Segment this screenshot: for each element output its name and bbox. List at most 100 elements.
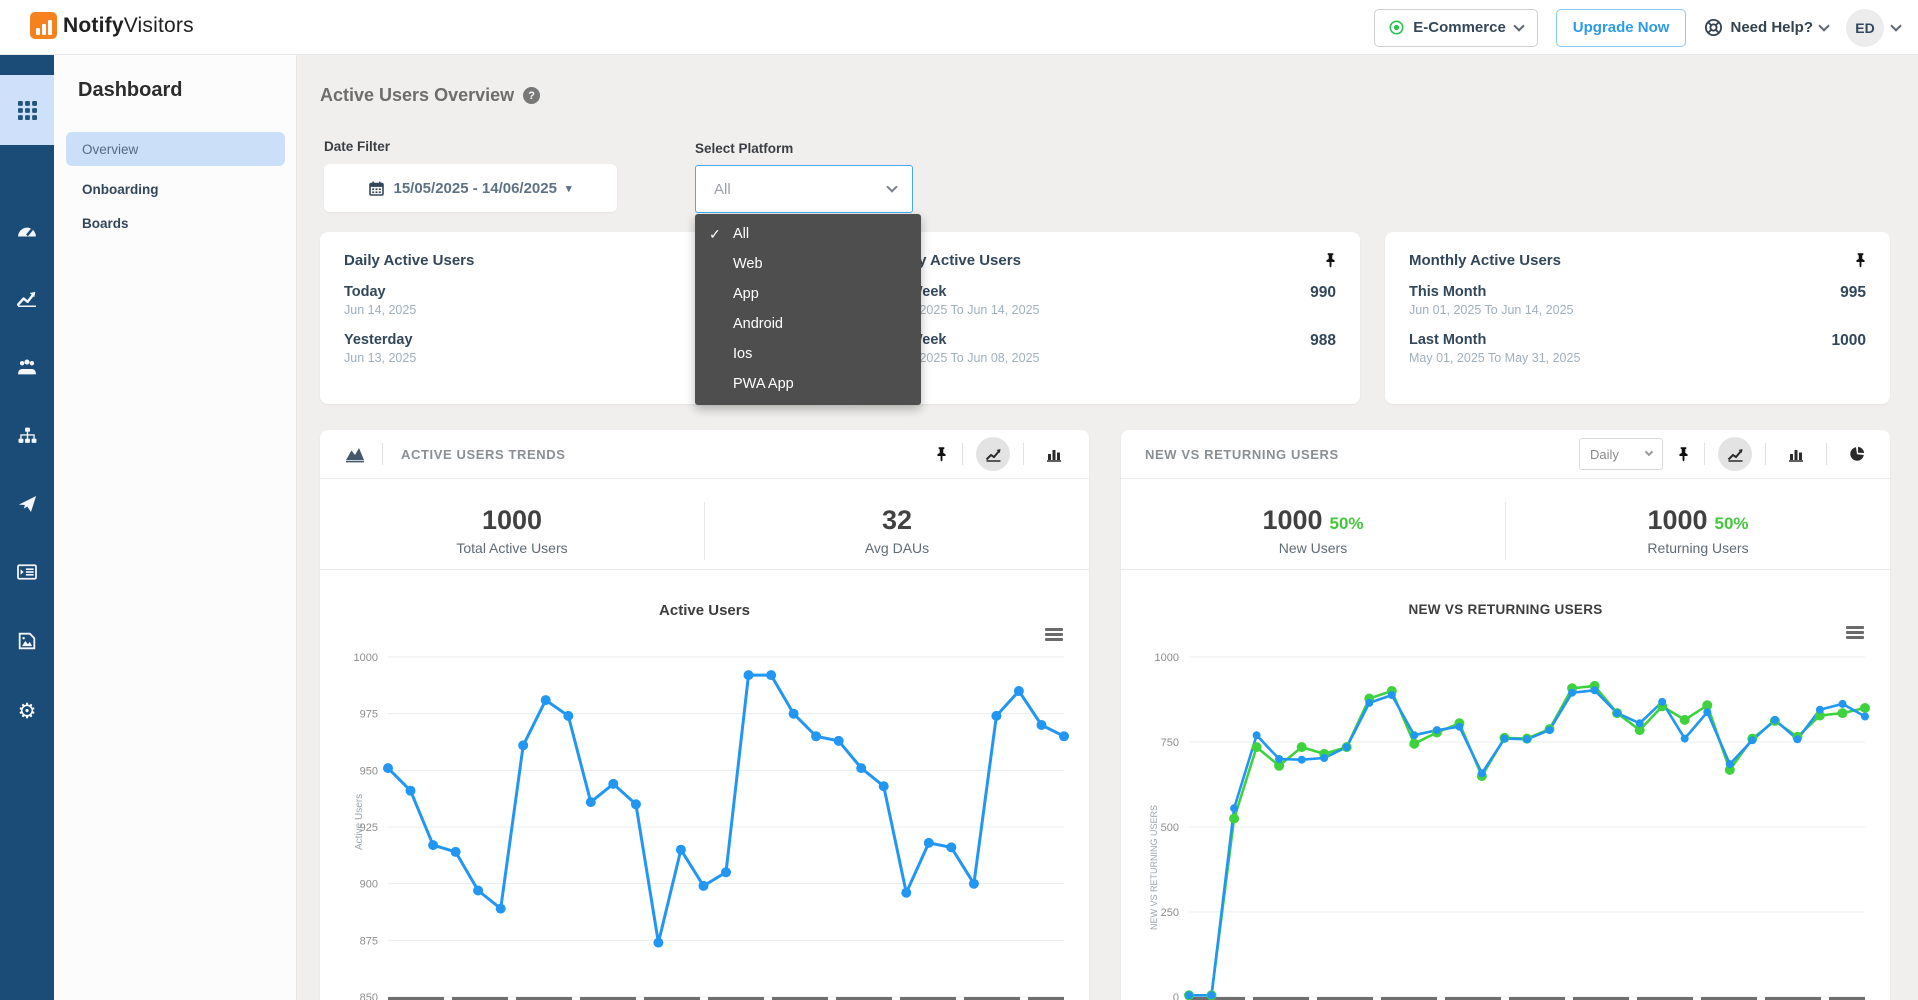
need-help-menu[interactable]: Need Help?	[1704, 18, 1830, 37]
line-chart-icon	[17, 291, 36, 307]
rail-item-pages[interactable]	[0, 613, 54, 669]
page-title-row: Active Users Overview ?	[320, 85, 541, 106]
speedometer-icon	[18, 227, 36, 237]
platform-option-web[interactable]: Web	[695, 249, 921, 279]
chevron-down-icon	[1513, 19, 1525, 32]
platform-option-pwa[interactable]: PWA App	[695, 369, 921, 399]
brand-logo: NotifyVisitors	[30, 12, 194, 39]
topbar: NotifyVisitors E-Commerce Upgrade Now Ne…	[0, 0, 1918, 55]
platform-select-value: All	[714, 180, 731, 198]
stat-returning-users: 1000 50% Returning Users	[1647, 505, 1749, 556]
panel-stats: 1000 50% New Users 1000 50% Returning User…	[1121, 492, 1890, 570]
sidebar-item-boards[interactable]: Boards	[66, 206, 285, 240]
rail-item-dashboard[interactable]	[0, 203, 54, 259]
brand-name-bold: Notify	[63, 13, 124, 37]
period-select-value: Daily	[1590, 446, 1619, 462]
card-title: Monthly Active Users	[1409, 252, 1561, 269]
chart-menu-icon[interactable]	[1846, 626, 1864, 641]
card-title: Weekly Active Users	[875, 252, 1021, 269]
line-chart-toggle[interactable]	[976, 437, 1010, 471]
chart-menu-icon[interactable]	[1045, 628, 1063, 643]
svg-text:950: 950	[360, 765, 378, 777]
new-vs-returning-panel: NEW VS RETURNING USERS Daily 1000 50% Ne…	[1121, 430, 1890, 1000]
rail-item-apps[interactable]	[0, 75, 54, 145]
project-selector[interactable]: E-Commerce	[1374, 8, 1538, 47]
panel-header: NEW VS RETURNING USERS Daily	[1121, 430, 1890, 479]
rail-item-flows[interactable]	[0, 407, 54, 463]
paper-plane-icon	[18, 495, 36, 513]
apps-grid-icon	[17, 100, 37, 120]
svg-text:0: 0	[1173, 992, 1179, 1000]
divider	[962, 443, 963, 465]
date-range-value: 15/05/2025 - 14/06/2025	[393, 179, 557, 197]
gear-icon: ⚙	[17, 699, 37, 723]
svg-text:975: 975	[360, 709, 378, 721]
platform-dropdown-menu: ✓ All Web App Android Ios PWA App	[695, 214, 921, 405]
rail-item-audience[interactable]	[0, 339, 54, 395]
pin-icon[interactable]	[1853, 252, 1868, 268]
list-panel-icon	[17, 564, 37, 580]
pin-icon[interactable]	[1323, 252, 1338, 268]
bar-chart-toggle[interactable]	[1037, 437, 1071, 471]
avatar: ED	[1846, 8, 1884, 47]
calendar-icon	[369, 181, 385, 196]
stat-new-users: 1000 50% New Users	[1262, 505, 1364, 556]
stat-avg-daus: 32 Avg DAUs	[864, 505, 930, 556]
rail-item-settings[interactable]: ⚙	[0, 683, 54, 739]
svg-text:875: 875	[360, 935, 378, 947]
rail-item-campaigns[interactable]	[0, 476, 54, 532]
sidebar-title: Dashboard	[78, 79, 183, 101]
need-help-label: Need Help?	[1730, 19, 1813, 36]
percent-badge: 50%	[1329, 514, 1364, 533]
bar-chart-icon	[1047, 449, 1061, 462]
svg-text:1000: 1000	[354, 652, 378, 664]
svg-text:900: 900	[360, 879, 378, 891]
pin-icon[interactable]	[934, 446, 949, 462]
rail-item-journeys[interactable]	[0, 544, 54, 600]
card-row: This Month Jun 01, 2025 To Jun 14, 2025 99…	[1409, 284, 1866, 317]
rail-item-analytics[interactable]	[0, 270, 54, 326]
card-row: Last Month May 01, 2025 To May 31, 2025 10…	[1409, 332, 1866, 365]
stat-total-active-users: 1000 Total Active Users	[456, 505, 568, 556]
account-menu[interactable]: ED	[1846, 8, 1902, 47]
svg-text:500: 500	[1161, 822, 1179, 834]
page-title: Active Users Overview	[320, 85, 515, 105]
platform-option-ios[interactable]: Ios	[695, 339, 921, 369]
check-icon: ✓	[709, 226, 721, 242]
card-row: This WeekJun 09, 2025 To Jun 14, 2025990	[875, 284, 1336, 317]
divider	[1826, 443, 1827, 465]
platform-option-android[interactable]: Android	[695, 309, 921, 339]
divider	[1765, 443, 1766, 465]
svg-text:1000: 1000	[1155, 652, 1179, 664]
sidebar-item-onboarding[interactable]: Onboarding	[66, 172, 285, 206]
chevron-down-icon	[886, 181, 898, 193]
image-file-icon	[18, 632, 36, 650]
sidebar-item-overview[interactable]: Overview	[66, 132, 285, 166]
platform-select[interactable]: All	[695, 165, 913, 213]
divider	[1023, 443, 1024, 465]
line-chart-icon	[1727, 448, 1742, 462]
chevron-down-icon	[1818, 19, 1830, 32]
divider	[1704, 443, 1705, 465]
period-select[interactable]: Daily	[1579, 438, 1663, 470]
secondary-sidebar: Dashboard Overview Onboarding Boards	[54, 55, 297, 1000]
line-chart-toggle[interactable]	[1718, 437, 1752, 471]
project-status-icon	[1389, 20, 1404, 35]
help-icon[interactable]: ?	[523, 87, 541, 104]
platform-option-app[interactable]: App	[695, 279, 921, 309]
chevron-down-icon	[1890, 19, 1902, 32]
brand-name: NotifyVisitors	[63, 14, 194, 38]
monthly-active-users-card: Monthly Active Users This Month Jun 01, 2…	[1385, 232, 1890, 404]
date-range-picker[interactable]: 15/05/2025 - 14/06/2025 ▾	[324, 164, 617, 212]
active-users-chart: 850 875 900 925 950 975 1000	[354, 652, 1069, 1000]
panel-title: NEW VS RETURNING USERS	[1145, 446, 1339, 462]
platform-option-all[interactable]: ✓ All	[695, 219, 921, 249]
bar-chart-icon	[1789, 449, 1803, 462]
bar-chart-toggle[interactable]	[1779, 437, 1813, 471]
chart-title: Active Users	[659, 602, 750, 619]
active-users-trends-panel: ACTIVE USERS TRENDS 1000 Total Active Us…	[320, 430, 1089, 1000]
upgrade-now-button[interactable]: Upgrade Now	[1555, 8, 1687, 47]
pin-icon[interactable]	[1676, 446, 1691, 462]
sitemap-icon	[18, 427, 36, 443]
pie-chart-toggle[interactable]	[1840, 437, 1874, 471]
